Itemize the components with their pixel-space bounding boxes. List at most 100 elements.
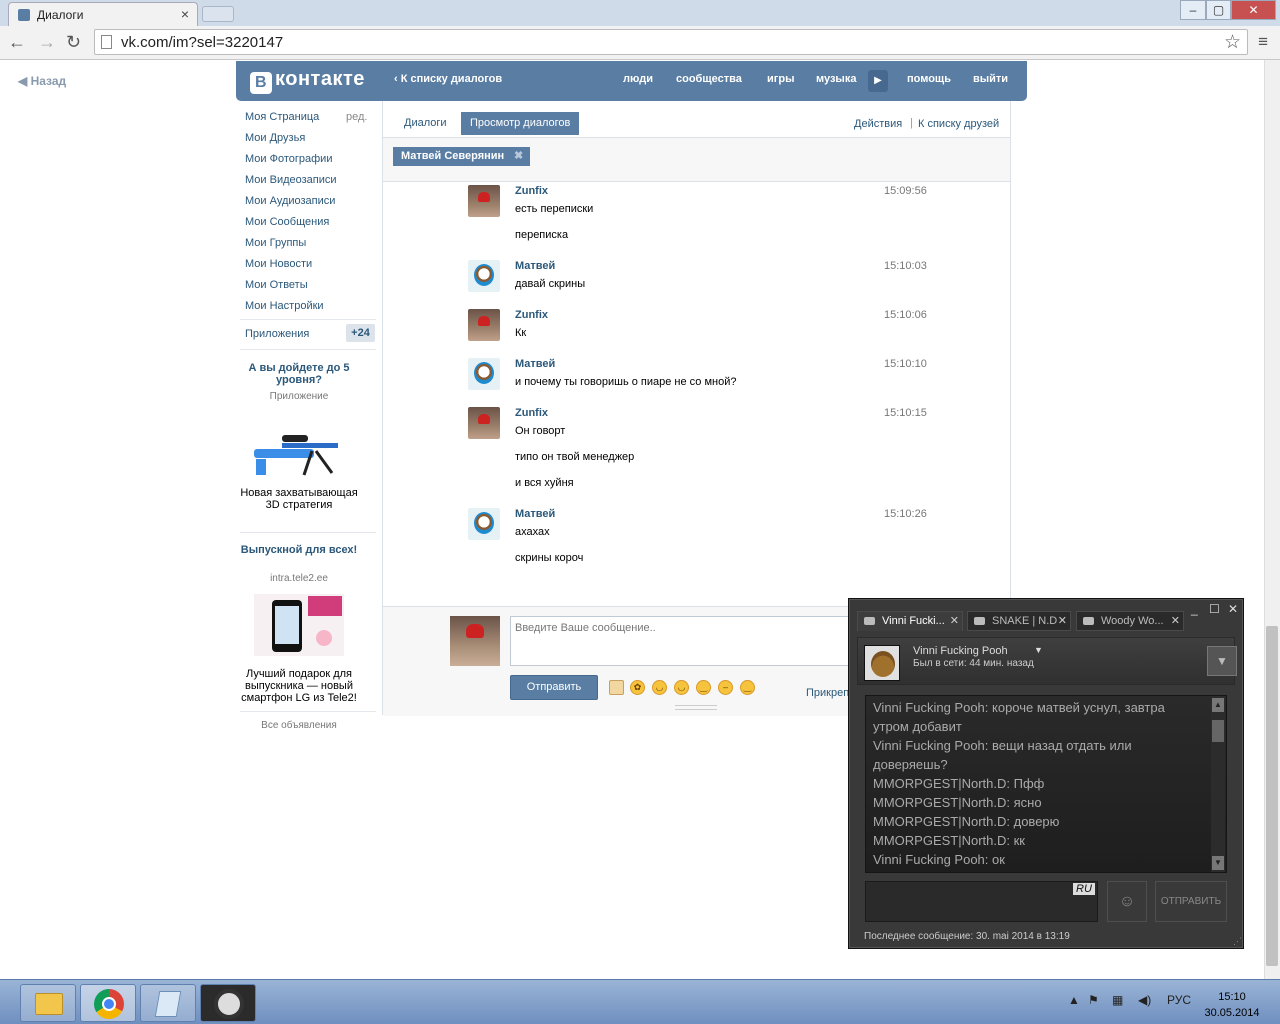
system-clock[interactable]: 15:10 30.05.2014: [1197, 989, 1267, 1021]
nav-help[interactable]: помощь: [907, 73, 951, 85]
message-author[interactable]: Zunfix: [515, 185, 548, 197]
steam-chat-tab[interactable]: Woody Wo... ✕: [1076, 611, 1184, 631]
sidebar-item-friends[interactable]: Мои Друзья: [245, 132, 305, 144]
sidebar-item-groups[interactable]: Мои Группы: [245, 237, 306, 249]
steam-chat-tab[interactable]: Vinni Fucki... ✕: [857, 611, 963, 631]
sidebar-item-messages[interactable]: Мои Сообщения: [245, 216, 329, 228]
action-center-flag-icon[interactable]: ⚑: [1088, 993, 1099, 1007]
cool-emoji-icon[interactable]: ‿: [740, 680, 755, 695]
reload-icon[interactable]: ↻: [66, 32, 81, 53]
ad2-phone-image[interactable]: [254, 594, 344, 656]
notepad-taskbar-button[interactable]: [140, 984, 196, 1022]
bookmark-star-icon[interactable]: ☆: [1224, 31, 1241, 54]
name-dropdown-icon[interactable]: ▼: [1034, 645, 1043, 655]
nav-logout[interactable]: выйти: [973, 73, 1008, 85]
resize-grip-icon[interactable]: ⋰: [1233, 936, 1242, 947]
message-author[interactable]: Zunfix: [515, 407, 548, 419]
message-input[interactable]: Введите Ваше сообщение..: [510, 616, 860, 666]
explorer-taskbar-button[interactable]: [20, 984, 76, 1022]
steam-close-icon[interactable]: ✕: [1228, 602, 1238, 616]
steam-chat-tab[interactable]: SNAKE | N.D ✕: [967, 611, 1071, 631]
sidebar-item-photos[interactable]: Мои Фотографии: [245, 153, 332, 165]
network-icon[interactable]: ▦: [1112, 993, 1123, 1007]
chrome-taskbar-button[interactable]: [80, 984, 136, 1022]
scroll-down-icon[interactable]: ▼: [1212, 856, 1224, 870]
avatar[interactable]: [468, 358, 500, 390]
steam-send-button[interactable]: ОТПРАВИТЬ: [1155, 881, 1227, 922]
avatar[interactable]: [468, 260, 500, 292]
volume-icon[interactable]: ◀): [1138, 993, 1151, 1007]
vk-logo[interactable]: Вконтакте: [250, 68, 365, 94]
friend-options-dropdown[interactable]: ▼: [1207, 646, 1237, 676]
ad2-body[interactable]: Лучший подарок для выпускника — новый см…: [240, 668, 358, 704]
steam-minimize-icon[interactable]: _: [1191, 602, 1198, 616]
ad1-body[interactable]: Новая захватывающая 3D стратегия: [240, 487, 358, 511]
steam-taskbar-button[interactable]: [200, 984, 256, 1022]
nav-games[interactable]: игры: [767, 73, 794, 85]
sidebar-item-apps[interactable]: Приложения: [245, 328, 309, 340]
sidebar-item-my-page[interactable]: Моя Страница: [245, 111, 319, 123]
avatar[interactable]: [468, 185, 500, 217]
avatar[interactable]: [468, 309, 500, 341]
actions-link[interactable]: Действия: [854, 118, 902, 130]
forward-arrow-icon[interactable]: →: [38, 32, 56, 53]
tab-view-dialogs[interactable]: Просмотр диалогов: [461, 112, 580, 135]
all-ads-link[interactable]: Все объявления: [240, 720, 358, 731]
close-window-button[interactable]: ✕: [1231, 0, 1276, 20]
neutral-emoji-icon[interactable]: –: [718, 680, 733, 695]
keyboard-language[interactable]: РУС: [1167, 993, 1191, 1007]
tab-close-icon[interactable]: ×: [181, 6, 189, 22]
scroll-thumb[interactable]: [1212, 720, 1224, 742]
remove-recipient-icon[interactable]: ✖: [514, 147, 523, 166]
message-author[interactable]: Матвей: [515, 508, 555, 520]
laugh-emoji-icon[interactable]: ◡: [674, 680, 689, 695]
apps-count-badge[interactable]: +24: [346, 324, 375, 342]
edit-link[interactable]: ред.: [346, 111, 367, 123]
back-arrow-icon[interactable]: ←: [8, 32, 26, 53]
message-author[interactable]: Матвей: [515, 358, 555, 370]
ad1-rifle-image[interactable]: [252, 417, 344, 479]
attach-link[interactable]: Прикреп: [806, 687, 849, 699]
steam-message-input[interactable]: [865, 881, 1098, 922]
maximize-button[interactable]: ▢: [1206, 0, 1231, 20]
header-back-link[interactable]: ‹ К списку диалогов: [394, 73, 502, 85]
tray-expand-icon[interactable]: ▲: [1068, 993, 1080, 1007]
back-link[interactable]: ◀ Назад: [18, 74, 66, 88]
nav-communities[interactable]: сообщества: [676, 73, 742, 85]
my-avatar[interactable]: [450, 616, 500, 666]
sidebar-item-news[interactable]: Мои Новости: [245, 258, 312, 270]
nav-people[interactable]: люди: [623, 73, 653, 85]
avatar[interactable]: [468, 407, 500, 439]
page-scrollbar-thumb[interactable]: [1266, 626, 1278, 966]
tab-dialogs[interactable]: Диалоги: [395, 112, 456, 135]
new-tab-button[interactable]: [202, 6, 234, 22]
send-button[interactable]: Отправить: [510, 675, 598, 700]
friend-avatar[interactable]: [864, 645, 900, 681]
recipient-chip[interactable]: Матвей Северянин ✖: [393, 147, 531, 166]
friends-list-link[interactable]: К списку друзей: [918, 118, 999, 130]
message-author[interactable]: Zunfix: [515, 309, 548, 321]
smile-emoji-icon[interactable]: ◡: [652, 680, 667, 695]
sidebar-item-audio[interactable]: Мои Аудиозаписи: [245, 195, 335, 207]
chat-log-scrollbar[interactable]: ▲ ▼: [1211, 696, 1225, 872]
scroll-up-icon[interactable]: ▲: [1212, 698, 1224, 712]
sidebar-item-videos[interactable]: Мои Видеозаписи: [245, 174, 337, 186]
minimize-button[interactable]: –: [1180, 0, 1206, 20]
browser-tab[interactable]: Диалоги ×: [8, 2, 198, 26]
tab-close-icon[interactable]: ✕: [1058, 612, 1067, 630]
sidebar-item-settings[interactable]: Мои Настройки: [245, 300, 324, 312]
menu-icon[interactable]: ≡: [1258, 32, 1268, 52]
player-play-icon[interactable]: ▶: [868, 70, 888, 92]
ad2-title[interactable]: Выпускной для всех!: [240, 544, 358, 556]
kiss-emoji-icon[interactable]: ✿: [630, 680, 645, 695]
ad1-title[interactable]: А вы дойдете до 5 уровня?: [240, 362, 358, 386]
avatar[interactable]: [468, 508, 500, 540]
tab-close-icon[interactable]: ✕: [950, 612, 959, 630]
steam-maximize-icon[interactable]: ☐: [1209, 602, 1220, 616]
tab-close-icon[interactable]: ✕: [1171, 612, 1180, 630]
friend-name[interactable]: Vinni Fucking Pooh: [913, 645, 1008, 657]
sidebar-item-answers[interactable]: Мои Ответы: [245, 279, 308, 291]
message-author[interactable]: Матвей: [515, 260, 555, 272]
resize-handle[interactable]: [675, 705, 717, 710]
address-bar[interactable]: vk.com/im?sel=3220147 ☆: [94, 29, 1248, 55]
